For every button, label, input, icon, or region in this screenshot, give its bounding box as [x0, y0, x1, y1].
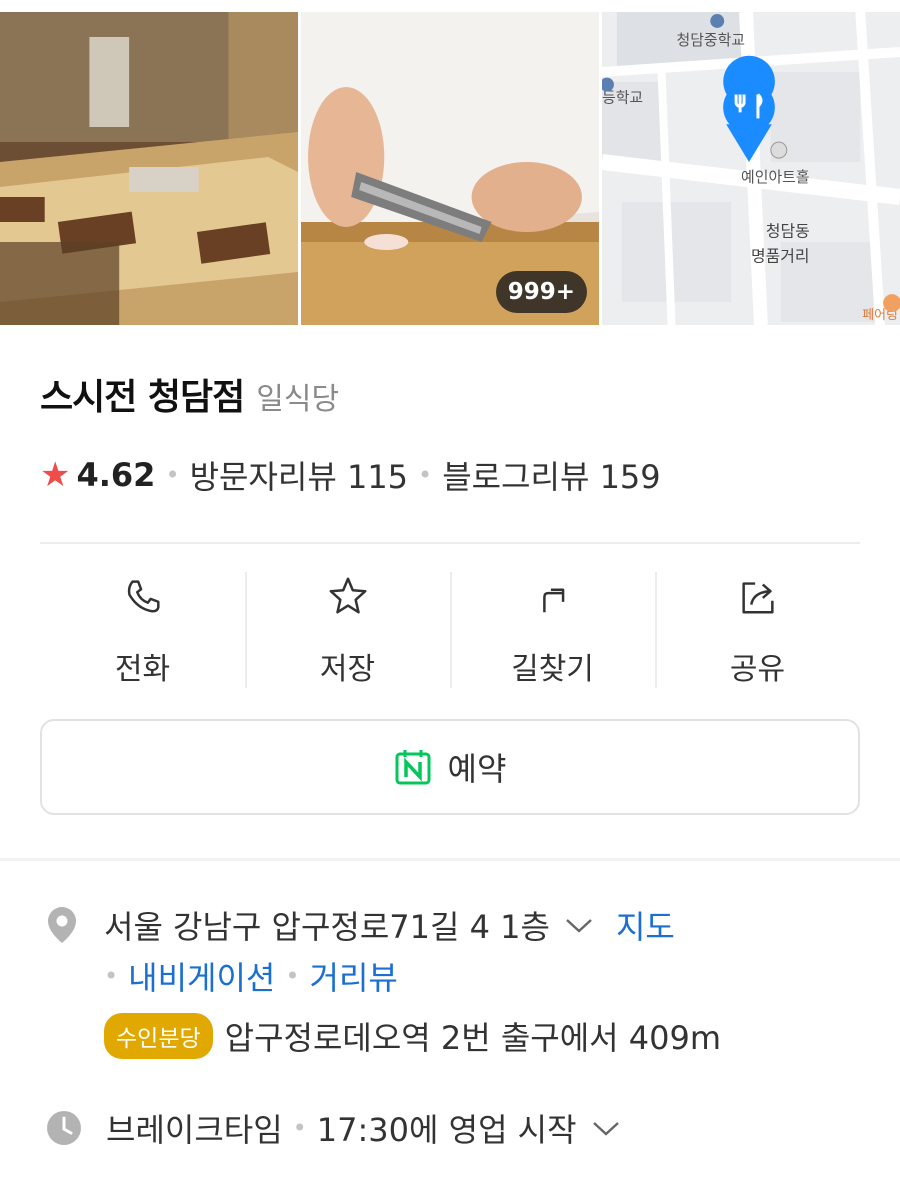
save-button[interactable]: 저장: [245, 572, 450, 688]
chevron-down-icon[interactable]: [564, 915, 594, 935]
street-view-link[interactable]: 거리뷰: [310, 953, 398, 999]
subway-description: 압구정로데오역 2번 출구에서 409m: [224, 1019, 722, 1057]
clock-icon: [47, 1111, 81, 1145]
divider: [40, 542, 860, 544]
hours-detail: 17:30에 영업 시작: [316, 1111, 577, 1149]
chef-knife-photo[interactable]: 999+: [301, 12, 599, 325]
separator-dot: •: [104, 962, 119, 990]
address-text[interactable]: 서울 강남구 압구정로71길 4 1층: [104, 902, 550, 948]
directions-button[interactable]: 길찾기: [450, 572, 655, 688]
map-label: 명품거리: [751, 246, 809, 265]
location-pin-icon: [48, 907, 76, 943]
subway-line-badge: 수인분당: [104, 1013, 213, 1059]
chevron-down-icon[interactable]: [591, 1118, 621, 1138]
call-button[interactable]: 전화: [40, 572, 245, 688]
map-label: 청담중학교: [677, 31, 746, 49]
share-icon: [741, 582, 774, 614]
place-name: 스시전 청담점: [40, 377, 245, 418]
visitor-reviews-link[interactable]: 방문자리뷰 115: [190, 452, 408, 498]
map-label: 예인아트홀: [741, 168, 810, 186]
address-row: 서울 강남구 압구정로71길 4 1층 지도: [46, 902, 675, 948]
separator-dot: •: [292, 1114, 307, 1142]
separator-dot: •: [285, 962, 300, 990]
blog-reviews-link[interactable]: 블로그리뷰 159: [442, 452, 660, 498]
separator-dot: •: [418, 461, 433, 489]
business-hours-row[interactable]: 브레이크타임 • 17:30에 영업 시작: [46, 1105, 621, 1151]
section-divider: [0, 858, 900, 861]
phone-icon: [127, 580, 160, 613]
star-icon: ★: [40, 455, 71, 495]
map-pin-icon: [723, 55, 775, 163]
rating-value: 4.62: [76, 456, 156, 494]
map-link[interactable]: 지도: [616, 902, 675, 948]
save-label: 저장: [319, 652, 376, 687]
reserve-label: 예약: [447, 750, 507, 788]
share-label: 공유: [729, 652, 786, 687]
subway-info: 수인분당 압구정로데오역 2번 출구에서 409m: [104, 1013, 721, 1059]
directions-arrow-icon: [542, 588, 564, 613]
rating-row: ★ 4.62 • 방문자리뷰 115 • 블로그리뷰 159: [40, 452, 661, 498]
location-map-thumbnail[interactable]: 청담중학교 등학교 예인아트홀 청담동 명품거리 페어링: [602, 12, 900, 325]
navigation-link[interactable]: 내비게이션: [128, 953, 275, 999]
photo-gallery: 999+ 청담중학교 등학교 예인아트홀 청담동 명품거리 페어링: [0, 12, 900, 325]
title-row: 스시전 청담점 일식당: [40, 368, 339, 420]
hours-status: 브레이크타임: [106, 1111, 283, 1149]
action-bar: 전화 저장 길찾기 공유: [40, 572, 860, 688]
address-links: • 내비게이션 • 거리뷰: [104, 953, 398, 999]
directions-label: 길찾기: [511, 652, 594, 687]
separator-dot: •: [165, 461, 180, 489]
restaurant-interior-photo[interactable]: [0, 12, 298, 325]
reserve-button[interactable]: 예약: [40, 719, 860, 815]
share-button[interactable]: 공유: [655, 572, 860, 688]
map-label: 청담동: [766, 222, 810, 241]
place-category: 일식당: [256, 382, 340, 417]
call-label: 전화: [114, 652, 171, 687]
naver-booking-icon: [395, 750, 431, 785]
photo-count-badge[interactable]: 999+: [495, 271, 587, 313]
star-outline-icon: [329, 577, 366, 614]
